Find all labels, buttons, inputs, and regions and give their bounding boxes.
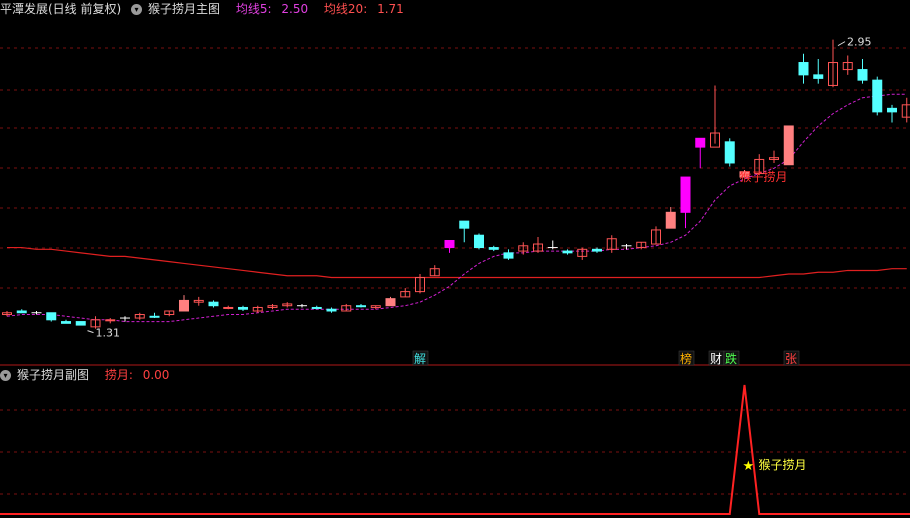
event-marker: 榜 [680,351,692,366]
low-pointer [87,330,94,334]
candle-body [474,234,484,249]
event-marker: 解 [414,352,426,366]
candle-body [783,125,794,166]
candle-body [223,306,234,309]
candle-body [208,301,219,307]
candle-body [724,141,735,164]
candle-body [238,306,248,310]
candle-body [46,312,57,321]
candle-body [562,250,573,254]
candle-body [385,298,396,307]
candle-body [813,74,824,79]
candle-body [75,321,86,326]
signal-label-sub: 猴子捞月 [759,458,807,472]
candle-body [105,319,116,322]
candle-body [61,321,71,324]
high-pointer [837,41,846,47]
candle-body [901,104,910,118]
candle-body [665,211,676,229]
candle-body [356,305,366,308]
candle-body [179,299,189,312]
candle-body [857,69,868,81]
candle-body [798,62,809,76]
candle-body [488,247,499,250]
star-icon: ★ [743,459,755,474]
candle-body [459,220,470,229]
candle-body [444,240,455,249]
candle-body [680,176,691,213]
candle-body [887,107,897,113]
signal-line [0,384,910,515]
candle-body [695,137,706,148]
candle-body [16,310,27,314]
candle-body [872,79,883,113]
event-marker: 跌 [725,351,737,366]
kline-chart[interactable]: 2.951.31猴子捞月解榜财跌张★ 猴子捞月 [0,0,910,518]
candle-body [592,248,602,252]
high-price-label: 2.95 [847,36,872,49]
candle-body [149,315,160,318]
low-price-label: 1.31 [96,327,121,340]
event-marker: 财 [710,352,722,366]
candle-body [503,252,514,259]
signal-label-main: 猴子捞月 [740,170,788,184]
candle-body [311,306,322,309]
event-marker: 张 [785,352,797,366]
ma20-line [7,246,907,279]
candle-body [326,308,337,312]
